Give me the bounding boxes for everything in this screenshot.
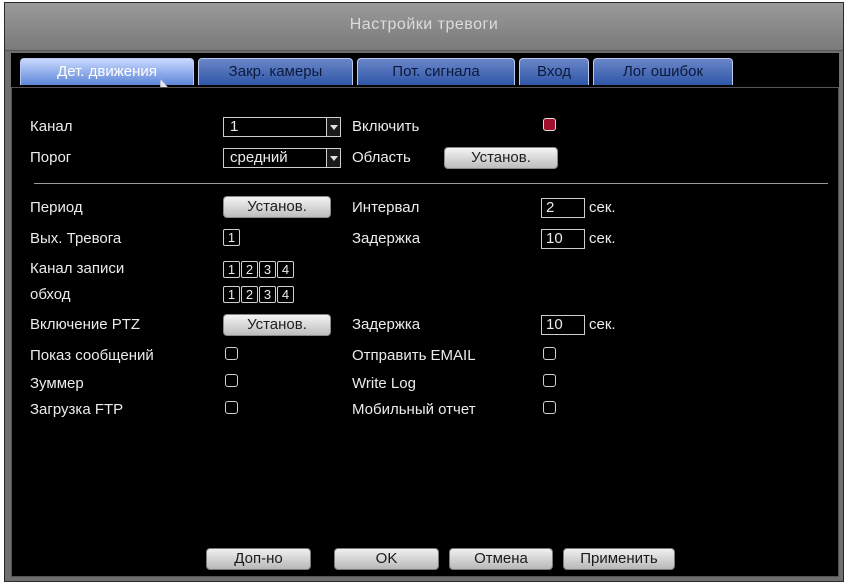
delay-input[interactable]: 10 bbox=[541, 229, 585, 249]
tour-channel-3[interactable]: 3 bbox=[259, 286, 276, 303]
channel-label: Канал bbox=[30, 118, 73, 135]
alarm-out-1[interactable]: 1 bbox=[223, 229, 240, 246]
show-message-checkbox[interactable] bbox=[225, 347, 238, 360]
area-label: Область bbox=[352, 149, 411, 166]
threshold-select-value: средний bbox=[230, 149, 288, 166]
tour-channel-1[interactable]: 1 bbox=[223, 286, 240, 303]
ftp-upload-label: Загрузка FTP bbox=[30, 401, 124, 418]
mobile-report-checkbox[interactable] bbox=[543, 401, 556, 414]
threshold-label: Порог bbox=[30, 149, 72, 166]
tour-channel-4[interactable]: 4 bbox=[277, 286, 294, 303]
tab-input[interactable]: Вход bbox=[519, 58, 589, 85]
cancel-button[interactable]: Отмена bbox=[449, 548, 553, 570]
alarm-out-label: Вых. Тревога bbox=[30, 230, 122, 247]
record-channel-2[interactable]: 2 bbox=[241, 261, 258, 278]
alarm-settings-dialog: Настройки тревоги Дет. движения Закр. ка… bbox=[4, 2, 844, 582]
enable-checkbox[interactable] bbox=[543, 118, 556, 131]
area-setup-button[interactable]: Установ. bbox=[444, 147, 558, 169]
tour-channel-2[interactable]: 2 bbox=[241, 286, 258, 303]
interval-unit: сек. bbox=[589, 199, 616, 216]
interval-input[interactable]: 2 bbox=[541, 198, 585, 218]
dialog-title: Настройки тревоги bbox=[349, 16, 499, 33]
chevron-down-icon bbox=[326, 118, 340, 136]
record-channel-1[interactable]: 1 bbox=[223, 261, 240, 278]
record-channel-4[interactable]: 4 bbox=[277, 261, 294, 278]
interval-label: Интервал bbox=[352, 199, 420, 216]
buzzer-checkbox[interactable] bbox=[225, 374, 238, 387]
record-channel-label: Канал записи bbox=[30, 260, 125, 277]
period-label: Период bbox=[30, 199, 83, 216]
ptz-label: Включение PTZ bbox=[30, 316, 141, 333]
tab-error-log[interactable]: Лог ошибок bbox=[593, 58, 733, 85]
send-email-label: Отправить EMAIL bbox=[352, 347, 476, 364]
chevron-down-icon bbox=[326, 149, 340, 167]
apply-button[interactable]: Применить bbox=[563, 548, 675, 570]
buzzer-label: Зуммер bbox=[30, 375, 84, 392]
delay-label: Задержка bbox=[352, 230, 421, 247]
ptz-setup-button[interactable]: Установ. bbox=[223, 314, 331, 336]
threshold-select[interactable]: средний bbox=[223, 148, 341, 168]
settings-panel: Канал 1 Включить Порог средний Область У… bbox=[11, 87, 839, 577]
delay-unit: сек. bbox=[589, 230, 616, 247]
tab-video-loss[interactable]: Пот. сигнала bbox=[357, 58, 515, 85]
send-email-checkbox[interactable] bbox=[543, 347, 556, 360]
ftp-upload-checkbox[interactable] bbox=[225, 401, 238, 414]
section-divider bbox=[34, 183, 828, 184]
title-bar: Настройки тревоги bbox=[5, 3, 843, 51]
period-setup-button[interactable]: Установ. bbox=[223, 196, 331, 218]
delay2-unit: сек. bbox=[589, 316, 616, 333]
tab-bar: Дет. движения Закр. камеры Пот. сигнала … bbox=[11, 53, 839, 87]
show-message-label: Показ сообщений bbox=[30, 347, 154, 364]
write-log-checkbox[interactable] bbox=[543, 374, 556, 387]
write-log-label: Write Log bbox=[352, 375, 416, 392]
record-channel-3[interactable]: 3 bbox=[259, 261, 276, 278]
delay2-label: Задержка bbox=[352, 316, 421, 333]
channel-select-value: 1 bbox=[230, 118, 239, 135]
tour-label: обход bbox=[30, 286, 71, 303]
mobile-report-label: Мобильный отчет bbox=[352, 401, 476, 418]
channel-select[interactable]: 1 bbox=[223, 117, 341, 137]
tab-camera-blind[interactable]: Закр. камеры bbox=[198, 58, 353, 85]
enable-label: Включить bbox=[352, 118, 420, 135]
ok-button[interactable]: OK bbox=[334, 548, 439, 570]
advanced-button[interactable]: Доп-но bbox=[206, 548, 311, 570]
delay2-input[interactable]: 10 bbox=[541, 315, 585, 335]
